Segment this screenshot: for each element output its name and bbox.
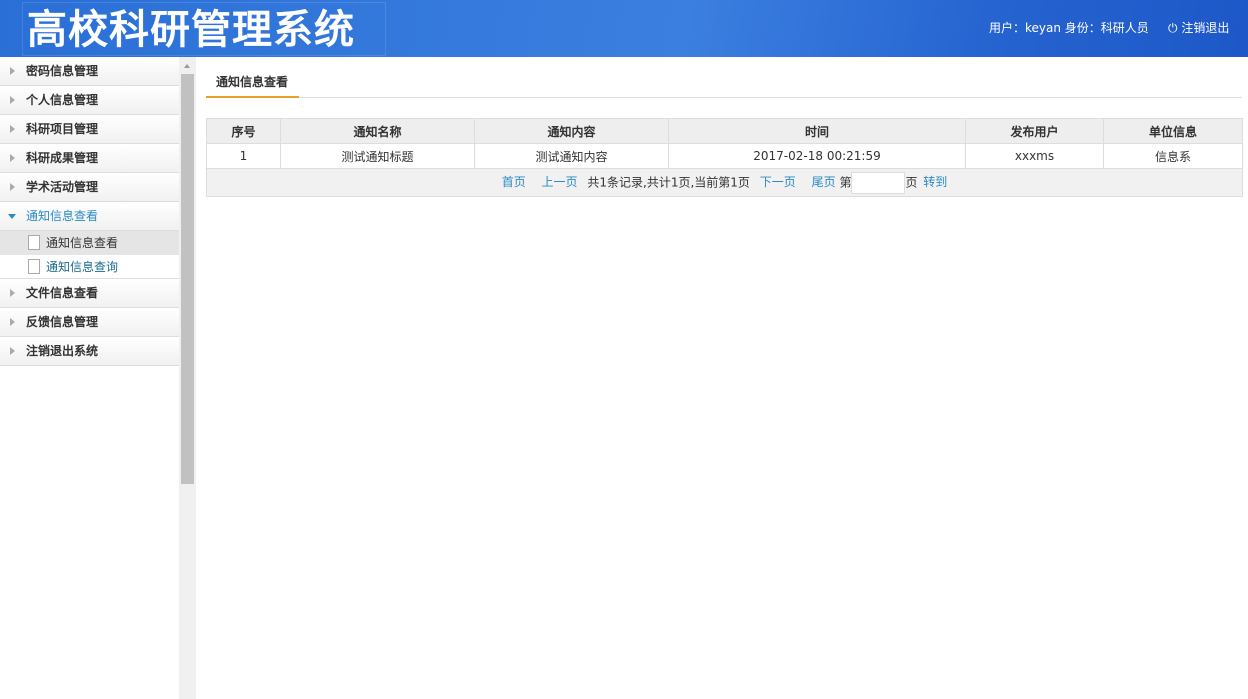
cell-unit: 信息系	[1103, 143, 1243, 169]
column-header: 发布用户	[965, 118, 1104, 144]
cell-publisher: xxxms	[965, 143, 1104, 169]
menu-logout[interactable]: 注销退出系统	[0, 337, 179, 366]
cell-time: 2017-02-18 00:21:59	[668, 143, 966, 169]
menu-label: 密码信息管理	[26, 64, 99, 78]
last-page-link[interactable]: 尾页	[812, 175, 836, 189]
menu-results[interactable]: 科研成果管理	[0, 144, 179, 173]
menu-password[interactable]: 密码信息管理	[0, 57, 179, 86]
caret-right-icon	[10, 125, 15, 133]
submenu-label: 通知信息查询	[46, 260, 119, 274]
header: 高校科研管理系统 用户：keyan 身份：科研人员 ⏻ 注销退出	[0, 0, 1248, 57]
notice-table: 序号 通知名称 通知内容 时间 发布用户 单位信息 1 测试通知标题 测试通知内…	[206, 118, 1243, 197]
menu-label: 文件信息查看	[26, 286, 99, 300]
menu-label: 学术活动管理	[26, 180, 99, 194]
document-icon	[28, 259, 40, 274]
prev-page-link[interactable]: 上一页	[542, 175, 578, 189]
caret-right-icon	[10, 318, 15, 326]
page-prefix: 第	[839, 175, 852, 189]
pager: 首页 上一页 共1条记录,共计1页,当前第1页 下一页 尾页 第 页 转到	[206, 168, 1243, 197]
menu-feedback[interactable]: 反馈信息管理	[0, 308, 179, 337]
app-title: 高校科研管理系统	[22, 2, 386, 56]
caret-down-icon	[8, 214, 16, 219]
menu-label: 科研成果管理	[26, 151, 99, 165]
menu-label: 个人信息管理	[26, 93, 99, 107]
first-page-link[interactable]: 首页	[502, 175, 526, 189]
caret-right-icon	[10, 347, 15, 355]
menu-label: 科研项目管理	[26, 122, 99, 136]
logout-label: 注销退出	[1181, 21, 1230, 35]
logout-button[interactable]: ⏻ 注销退出	[1168, 19, 1229, 36]
menu-projects[interactable]: 科研项目管理	[0, 115, 179, 144]
sidebar-scrollbar[interactable]	[179, 57, 196, 699]
pager-summary: 共1条记录,共计1页,当前第1页	[587, 175, 750, 189]
page-number-input[interactable]	[851, 171, 906, 194]
cell-title: 测试通知标题	[280, 143, 475, 169]
cell-index: 1	[206, 143, 281, 169]
menu-label: 反馈信息管理	[26, 315, 99, 329]
menu-personal[interactable]: 个人信息管理	[0, 86, 179, 115]
submenu-notice-view[interactable]: 通知信息查看	[0, 231, 179, 255]
document-icon	[28, 235, 40, 250]
cell-content: 测试通知内容	[474, 143, 669, 169]
column-header: 通知内容	[474, 118, 669, 144]
column-header: 通知名称	[280, 118, 475, 144]
menu-notices[interactable]: 通知信息查看	[0, 202, 179, 231]
caret-right-icon	[10, 183, 15, 191]
submenu-notice-query[interactable]: 通知信息查询	[0, 255, 179, 279]
caret-right-icon	[10, 154, 15, 162]
column-header: 单位信息	[1103, 118, 1243, 144]
next-page-link[interactable]: 下一页	[760, 175, 796, 189]
scrollbar-thumb[interactable]	[181, 74, 194, 484]
column-header: 序号	[206, 118, 281, 144]
power-icon: ⏻	[1168, 21, 1182, 35]
go-link[interactable]: 转到	[923, 175, 947, 189]
menu-files[interactable]: 文件信息查看	[0, 279, 179, 308]
menu-activities[interactable]: 学术活动管理	[0, 173, 179, 202]
table-row: 1 测试通知标题 测试通知内容 2017-02-18 00:21:59 xxxm…	[206, 143, 1243, 169]
caret-right-icon	[10, 96, 15, 104]
scroll-up-icon[interactable]	[184, 64, 190, 68]
menu-label: 注销退出系统	[26, 344, 99, 358]
menu-label: 通知信息查看	[26, 209, 99, 223]
sidebar: 密码信息管理 个人信息管理 科研项目管理 科研成果管理 学术活动管理 通知信息查…	[0, 57, 179, 699]
table-header: 序号 通知名称 通知内容 时间 发布用户 单位信息	[206, 118, 1243, 144]
caret-right-icon	[10, 67, 15, 75]
user-info: 用户：keyan 身份：科研人员	[989, 21, 1149, 35]
tab-bar: 通知信息查看	[206, 57, 1242, 98]
caret-right-icon	[10, 289, 15, 297]
submenu-label: 通知信息查看	[46, 236, 119, 250]
page-suffix: 页	[905, 175, 918, 189]
tab-notice-view[interactable]: 通知信息查看	[206, 73, 299, 98]
column-header: 时间	[668, 118, 966, 144]
main-content: 通知信息查看 序号 通知名称 通知内容 时间 发布用户 单位信息 1 测试通知标…	[206, 57, 1243, 197]
